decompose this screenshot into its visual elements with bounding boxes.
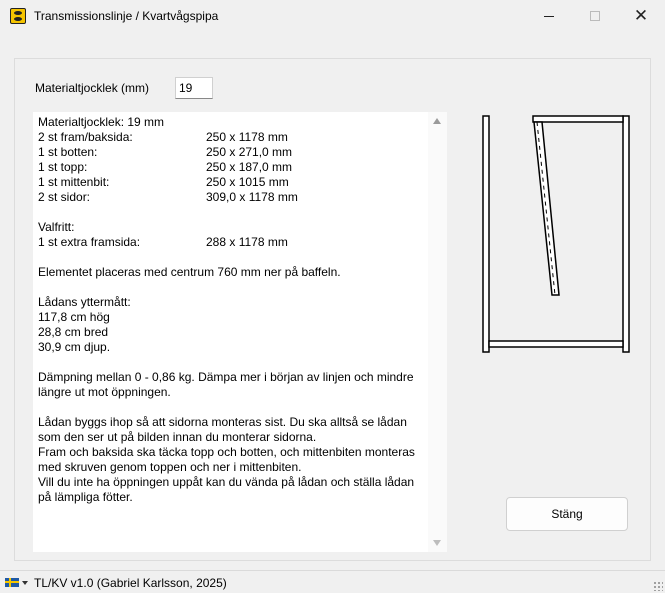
thickness-input[interactable] [175,77,213,99]
result-textbox[interactable]: Materialtjocklek: 19 mm 2 st fram/baksid… [33,112,447,552]
chevron-down-icon[interactable] [22,581,28,585]
app-speaker-icon [10,8,26,24]
diagram-top-panel [532,115,624,123]
scroll-down-arrow-icon[interactable] [433,540,441,546]
part-name: 1 st topp: [38,160,88,174]
part-size: 250 x 1015 mm [206,175,289,189]
dimension-depth: 30,9 cm djup. [38,340,111,354]
part-name: 2 st sidor: [38,190,91,204]
parts-line: 2 st sidor: 309,0 x 1178 mm [38,190,428,205]
parts-line: Materialtjocklek: 19 mm [38,115,428,130]
optional-line: 1 st extra framsida: 288 x 1178 mm [38,235,428,250]
dimension-height: 117,8 cm hög [38,310,110,324]
diagram-bottom-panel [488,340,624,348]
part-size: 309,0 x 1178 mm [206,190,298,204]
scroll-up-arrow-icon[interactable] [433,118,441,124]
version-text: TL/KV v1.0 (Gabriel Karlsson, 2025) [34,576,227,590]
title-bar: Transmissionslinje / Kvartvågspipa ✕ [0,0,665,33]
placement-text: Elementet placeras med centrum 760 mm ne… [38,265,341,279]
result-text: Materialtjocklek: 19 mm 2 st fram/baksid… [38,115,428,505]
swedish-flag-icon[interactable] [5,578,19,587]
diagram-middle-panel [533,121,560,296]
maximize-button[interactable] [572,0,618,32]
dimension-width: 28,8 cm bred [38,325,109,339]
maximize-icon [590,11,600,21]
part-size: 250 x 1178 mm [206,130,288,144]
part-size: 250 x 187,0 mm [206,160,293,174]
parts-line: 2 st fram/baksida: 250 x 1178 mm [38,130,428,145]
damping-text: Dämpning mellan 0 - 0,86 kg. Dämpa mer i… [38,370,414,399]
parts-line: 1 st botten: 250 x 271,0 mm [38,145,428,160]
thickness-label: Materialtjocklek (mm) [35,81,150,95]
part-name: Materialtjocklek: 19 mm [38,115,165,129]
part-name: 1 st mittenbit: [38,175,110,189]
close-window-button[interactable]: ✕ [618,0,664,32]
assembly-text-3: Vill du inte ha öppningen uppåt kan du v… [38,475,415,504]
window-title: Transmissionslinje / Kvartvågspipa [34,9,219,23]
part-size: 288 x 1178 mm [206,235,288,249]
assembly-text-1: Lådan byggs ihop så att sidorna monteras… [38,415,407,444]
part-name: 2 st fram/baksida: [38,130,133,144]
resize-grip-icon[interactable] [653,581,663,591]
diagram-back-panel [482,115,490,353]
part-size: 250 x 271,0 mm [206,145,293,159]
assembly-text-2: Fram och baksida ska täcka topp och bott… [38,445,415,474]
status-bar: TL/KV v1.0 (Gabriel Karlsson, 2025) [0,570,665,593]
minimize-icon [544,15,554,17]
minimize-button[interactable] [526,0,572,32]
close-button[interactable]: Stäng [506,497,628,531]
dimensions-heading: Lådans yttermått: [38,295,131,309]
vertical-scrollbar[interactable] [428,112,447,552]
part-name: 1 st extra framsida: [38,235,141,249]
optional-heading: Valfritt: [38,220,75,234]
part-name: 1 st botten: [38,145,98,159]
parts-line: 1 st topp: 250 x 187,0 mm [38,160,428,175]
box-diagram [482,115,630,353]
diagram-front-panel [622,115,630,353]
parts-line: 1 st mittenbit: 250 x 1015 mm [38,175,428,190]
